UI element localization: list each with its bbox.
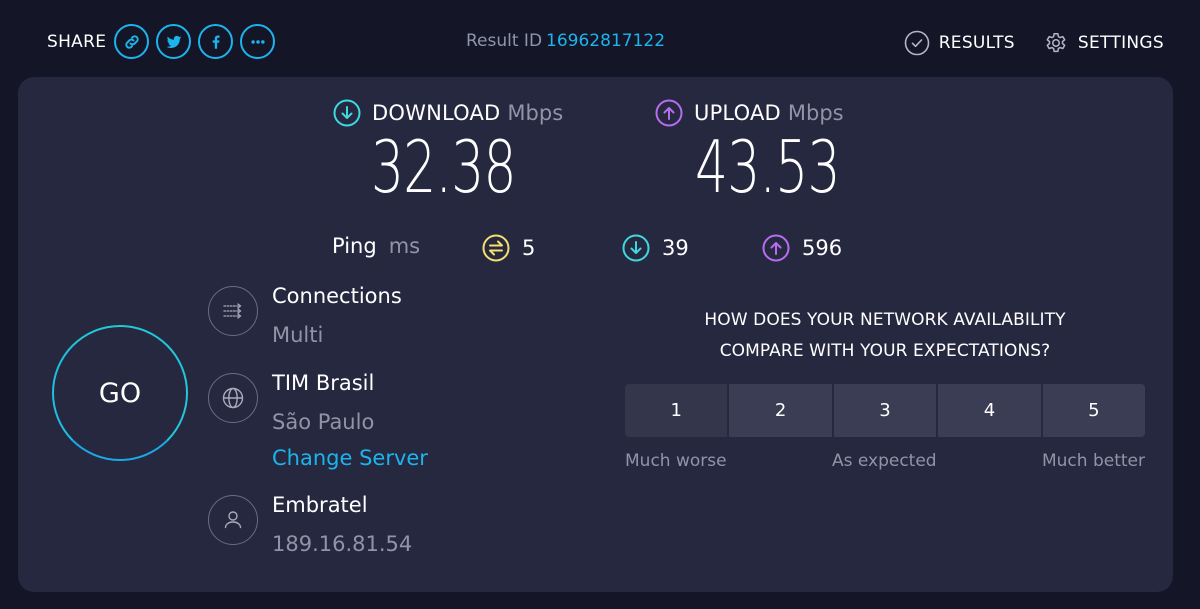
ping-upload-value: 596 <box>802 236 843 260</box>
ping-unit: ms <box>388 234 421 258</box>
connections-title: Connections <box>272 284 402 308</box>
survey-question: HOW DOES YOUR NETWORK AVAILABILITY COMPA… <box>625 305 1145 367</box>
survey-question-line1: HOW DOES YOUR NETWORK AVAILABILITY <box>704 310 1066 330</box>
ping-label: Ping <box>332 234 377 258</box>
share-more-button[interactable] <box>240 24 276 59</box>
nav-settings-label: SETTINGS <box>1077 33 1164 53</box>
survey-label-low: Much worse <box>625 451 727 471</box>
provider-icon-wrap <box>208 495 258 545</box>
nav-results[interactable]: RESULTS <box>904 30 1015 56</box>
ping-idle-icon <box>482 234 510 262</box>
connections-value: Multi <box>272 323 324 347</box>
upload-metric: UPLOAD Mbps 43.53 <box>655 99 896 203</box>
share-link-button[interactable] <box>114 24 150 59</box>
ping-row: Ping ms 5 39 596 <box>332 234 842 262</box>
upload-value: 43.53 <box>695 125 841 209</box>
connections-arrows-icon <box>223 303 242 319</box>
survey-label-mid: As expected <box>831 451 937 471</box>
nav-settings[interactable]: SETTINGS <box>1043 30 1164 56</box>
survey: HOW DOES YOUR NETWORK AVAILABILITY COMPA… <box>625 305 1145 471</box>
link-icon <box>125 34 139 49</box>
ping-idle: 5 <box>482 234 535 262</box>
nav-results-label: RESULTS <box>938 33 1015 53</box>
share-bar: SHARE <box>47 24 282 59</box>
survey-option-4[interactable]: 4 <box>938 384 1043 437</box>
download-value: 32.38 <box>371 125 517 209</box>
checkmark-circle-icon <box>904 30 929 56</box>
server-name: TIM Brasil <box>272 371 375 395</box>
ping-idle-value: 5 <box>522 236 536 260</box>
survey-option-2[interactable]: 2 <box>729 384 834 437</box>
upload-unit: Mbps <box>787 101 844 125</box>
results-card: DOWNLOAD Mbps 32.38 UPLOAD Mbps 43.53 Pi… <box>18 77 1173 592</box>
share-label: SHARE <box>47 31 107 52</box>
go-button[interactable]: GO <box>52 325 188 461</box>
gear-icon <box>1046 33 1066 53</box>
share-facebook-button[interactable] <box>198 24 234 59</box>
result-id: Result ID 16962817122 <box>466 31 665 51</box>
top-nav: RESULTS SETTINGS <box>876 30 1164 56</box>
download-label: DOWNLOAD <box>372 101 501 125</box>
survey-option-1[interactable]: 1 <box>625 384 730 437</box>
provider-name: Embratel <box>272 493 368 517</box>
ping-upload: 596 <box>762 234 842 262</box>
download-arrow-icon <box>333 99 361 127</box>
download-metric: DOWNLOAD Mbps 32.38 <box>333 99 572 203</box>
globe-icon <box>222 387 244 409</box>
server-icon-wrap <box>208 373 258 423</box>
provider-ip: 189.16.81.54 <box>272 532 413 556</box>
more-icon <box>251 39 265 44</box>
user-icon <box>224 511 242 529</box>
result-id-label: Result ID <box>466 31 543 51</box>
survey-option-5[interactable]: 5 <box>1042 384 1145 437</box>
connections-toggle[interactable] <box>208 286 258 336</box>
survey-label-high: Much better <box>1041 451 1145 471</box>
upload-label: UPLOAD <box>694 101 781 125</box>
facebook-icon <box>212 34 220 49</box>
result-id-link[interactable]: 16962817122 <box>546 31 665 51</box>
server-location: São Paulo <box>272 410 375 434</box>
survey-scale: 1 2 3 4 5 <box>625 384 1145 437</box>
survey-question-line2: COMPARE WITH YOUR EXPECTATIONS? <box>719 341 1051 361</box>
ping-download-value: 39 <box>662 236 689 260</box>
change-server-link[interactable]: Change Server <box>272 446 428 470</box>
share-twitter-button[interactable] <box>156 24 192 59</box>
upload-arrow-icon <box>655 99 683 127</box>
ping-download: 39 <box>622 234 689 262</box>
twitter-icon <box>166 35 182 48</box>
download-arrow-icon <box>622 234 650 262</box>
upload-arrow-icon <box>762 234 790 262</box>
survey-labels: Much worse As expected Much better <box>625 451 1145 471</box>
download-unit: Mbps <box>507 101 564 125</box>
survey-option-3[interactable]: 3 <box>833 384 939 437</box>
